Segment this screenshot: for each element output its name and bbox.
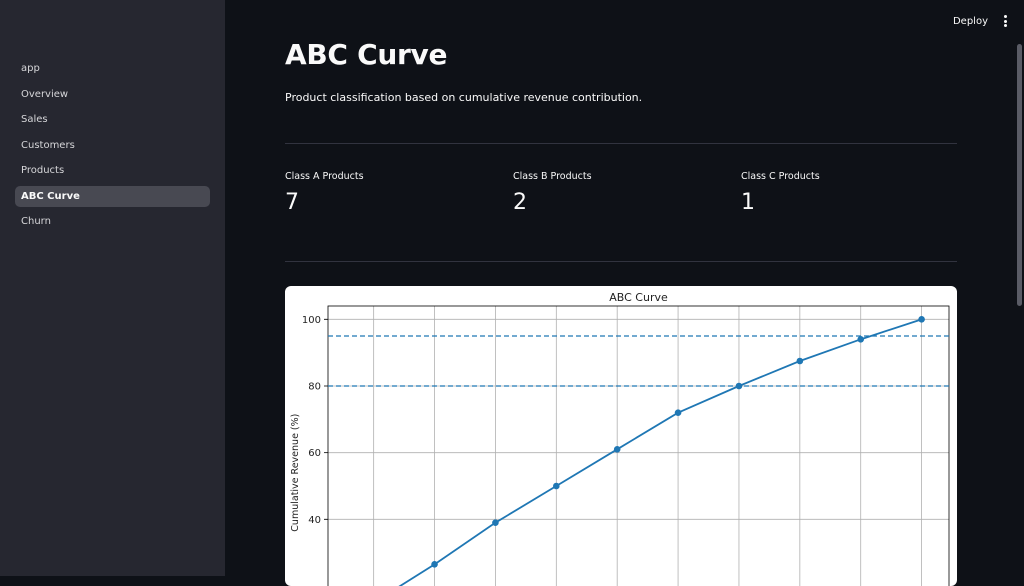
sidebar-nav: app Overview Sales Customers Products AB… bbox=[15, 58, 210, 237]
chart-card: 40 60 80 100 ABC Curve Cumulative Revenue (%) bbox=[285, 286, 957, 586]
kebab-menu-icon[interactable] bbox=[1000, 13, 1010, 29]
kebab-dot bbox=[1003, 24, 1007, 27]
y-tick-label: 100 bbox=[302, 315, 321, 326]
kebab-dot bbox=[1003, 19, 1007, 23]
y-axis-label: Cumulative Revenue (%) bbox=[290, 414, 301, 532]
data-point bbox=[735, 382, 743, 390]
sidebar-item-sales[interactable]: Sales bbox=[15, 109, 210, 130]
data-point bbox=[796, 357, 804, 365]
y-tick-label: 80 bbox=[308, 382, 321, 393]
data-point bbox=[857, 336, 865, 343]
data-point bbox=[918, 316, 925, 323]
sidebar-item-abc-curve[interactable]: ABC Curve bbox=[15, 185, 210, 207]
header-toolbar: Deploy bbox=[953, 13, 1010, 29]
page-caption: Product classification based on cumulati… bbox=[285, 91, 643, 104]
sidebar: app Overview Sales Customers Products AB… bbox=[0, 0, 225, 576]
page-scrollbar[interactable] bbox=[1017, 44, 1022, 306]
data-point bbox=[613, 446, 621, 453]
metric-value: 2 bbox=[513, 190, 527, 215]
metric-label: Class C Products bbox=[741, 171, 820, 182]
data-point bbox=[674, 409, 682, 416]
chart-title: ABC Curve bbox=[609, 291, 668, 304]
metric-class-a: Class A Products 7 bbox=[285, 171, 485, 215]
divider bbox=[285, 143, 957, 144]
metric-class-b: Class B Products 2 bbox=[513, 171, 713, 215]
plot-frame bbox=[327, 305, 950, 586]
sidebar-item-products[interactable]: Products bbox=[15, 160, 210, 181]
abc-curve-chart: 40 60 80 100 ABC Curve Cumulative Revenue (%) bbox=[290, 291, 950, 586]
deploy-button[interactable]: Deploy bbox=[953, 16, 988, 27]
y-tick-label: 60 bbox=[308, 448, 321, 459]
sidebar-item-app[interactable]: app bbox=[15, 58, 210, 79]
data-point bbox=[492, 519, 499, 526]
metric-value: 7 bbox=[285, 190, 299, 215]
divider bbox=[285, 261, 957, 262]
sidebar-item-overview[interactable]: Overview bbox=[15, 84, 210, 105]
sidebar-item-customers[interactable]: Customers bbox=[15, 135, 210, 156]
data-point bbox=[431, 561, 438, 568]
kebab-dot bbox=[1003, 15, 1007, 18]
page-title: ABC Curve bbox=[285, 38, 448, 71]
metric-label: Class A Products bbox=[285, 171, 364, 182]
metric-class-c: Class C Products 1 bbox=[741, 171, 941, 215]
metric-label: Class B Products bbox=[513, 171, 592, 182]
sidebar-item-churn[interactable]: Churn bbox=[15, 211, 210, 232]
data-point bbox=[553, 482, 560, 490]
y-tick-label: 40 bbox=[308, 515, 321, 526]
metric-value: 1 bbox=[741, 190, 755, 215]
